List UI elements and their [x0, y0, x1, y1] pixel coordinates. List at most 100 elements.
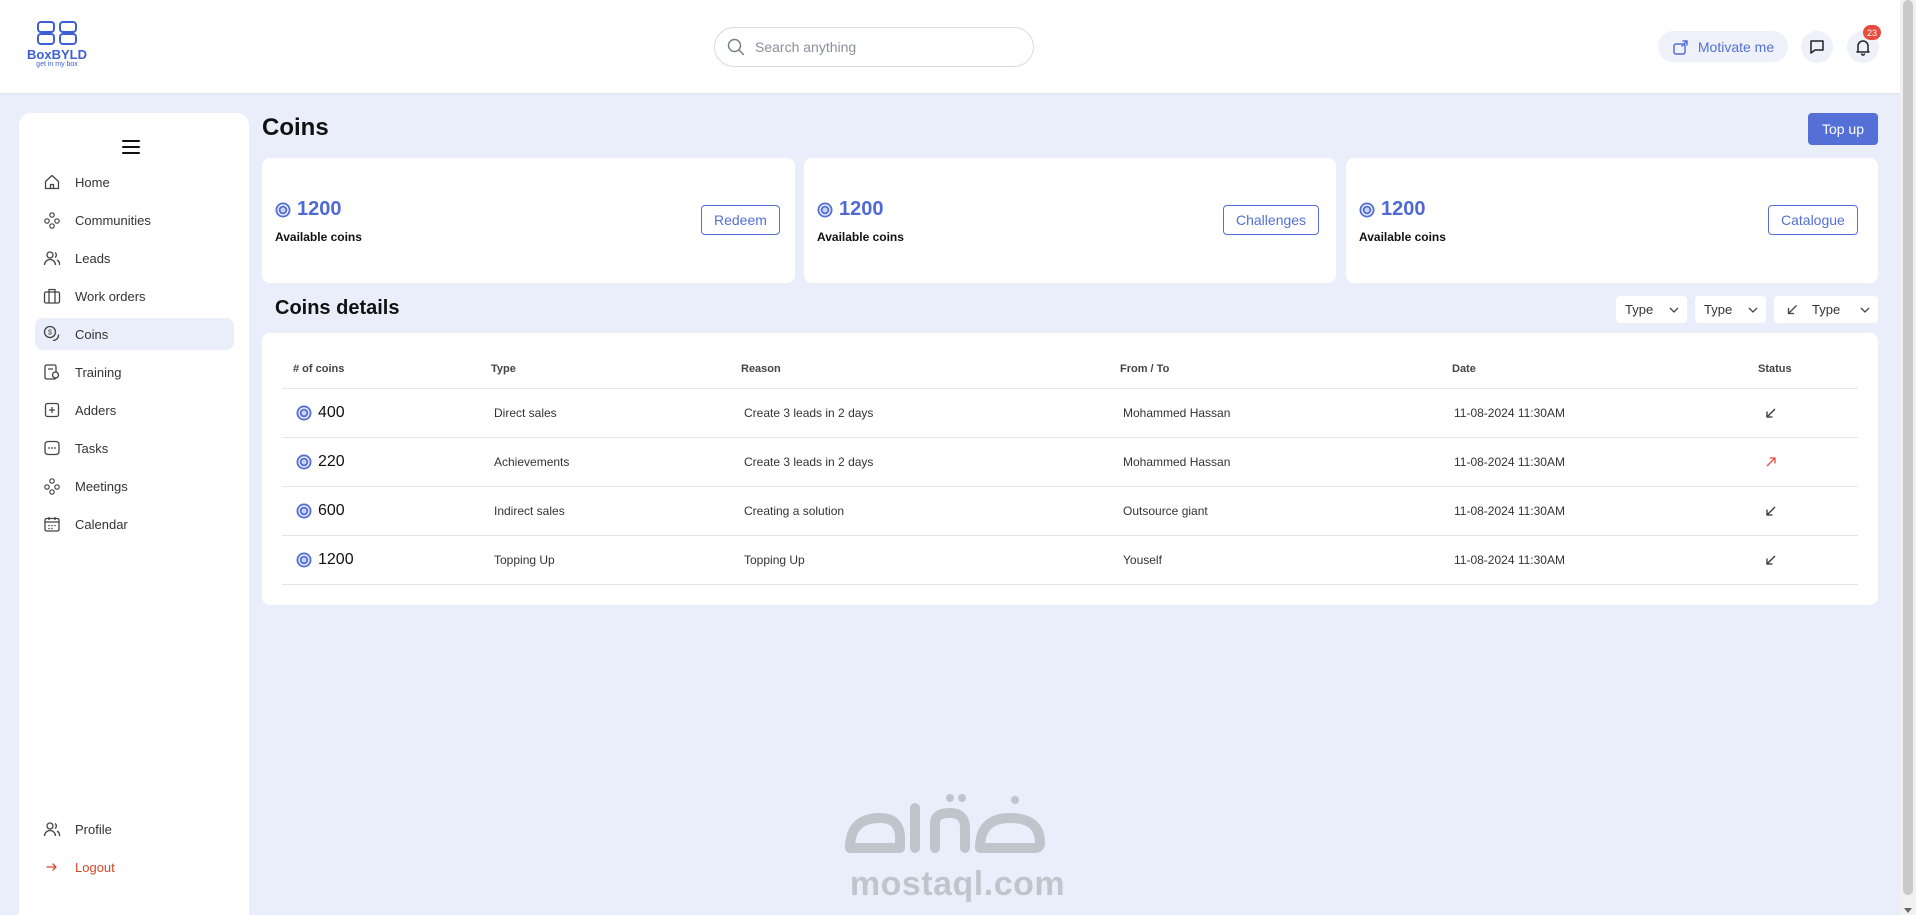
profile-icon — [43, 822, 61, 837]
home-icon — [44, 174, 60, 190]
svg-text:$: $ — [48, 330, 52, 337]
card-amount-value: 1200 — [1381, 198, 1426, 220]
sidebar-item-label: Tasks — [75, 440, 109, 456]
card-label: Available coins — [817, 230, 904, 244]
training-icon — [44, 364, 60, 380]
watermark-logo-icon — [845, 794, 1045, 853]
table-row[interactable]: 600 Indirect sales Creating a solution O… — [282, 487, 1858, 536]
logout-button[interactable]: Logout — [35, 851, 234, 883]
sidebar-item-leads[interactable]: Leads — [35, 242, 234, 274]
coins-card-catalogue: 1200 Available coins Catalogue — [1346, 158, 1878, 283]
watermark-text: mostaql.com — [849, 865, 1066, 903]
from-to-cell: Outsource giant — [1123, 504, 1208, 518]
redeem-button[interactable]: Redeem — [701, 205, 780, 235]
briefcase-icon — [43, 288, 61, 304]
page-title: Coins — [262, 114, 329, 141]
plus-square-icon — [44, 402, 60, 418]
coins-card-challenges: 1200 Available coins Challenges — [804, 158, 1336, 283]
table-row[interactable]: 400 Direct sales Create 3 leads in 2 day… — [282, 389, 1858, 438]
coins-details-title: Coins details — [275, 297, 400, 319]
search-input[interactable] — [755, 39, 1015, 55]
sidebar-item-label: Calendar — [75, 516, 128, 532]
card-amount: 1200 — [1359, 198, 1426, 221]
coins-cell: 600 — [296, 487, 345, 535]
column-header-from-to: From / To — [1120, 363, 1170, 375]
brand-logo[interactable]: BoxBYLD get in my box — [22, 20, 92, 68]
sidebar-item-work-orders[interactable]: Work orders — [35, 280, 234, 312]
motivate-me-label: Motivate me — [1697, 38, 1775, 55]
logo-name: BoxBYLD — [27, 47, 87, 62]
date-cell: 11-08-2024 11:30AM — [1454, 504, 1565, 518]
sidebar-item-adders[interactable]: Adders — [35, 394, 234, 426]
type-filter-2[interactable]: Type — [1695, 296, 1766, 323]
chevron-down-icon — [1860, 307, 1870, 313]
scrollbar-thumb[interactable] — [1903, 0, 1913, 895]
type-cell: Direct sales — [494, 406, 557, 420]
table-row[interactable]: 220 Achievements Create 3 leads in 2 day… — [282, 438, 1858, 487]
menu-toggle-icon[interactable] — [122, 140, 140, 154]
reason-cell: Create 3 leads in 2 days — [744, 406, 874, 420]
reason-cell: Topping Up — [744, 553, 805, 567]
type-filter-1[interactable]: Type — [1616, 296, 1687, 323]
status-cell[interactable] — [1765, 438, 1777, 486]
filter-label: Type — [1704, 302, 1733, 317]
sidebar-item-profile[interactable]: Profile — [35, 813, 234, 845]
card-amount: 1200 — [817, 198, 884, 221]
status-cell[interactable] — [1765, 389, 1777, 437]
column-header-type: Type — [491, 363, 516, 375]
catalogue-button[interactable]: Catalogue — [1768, 205, 1858, 235]
sidebar-item-coins[interactable]: $ Coins — [35, 318, 234, 350]
notifications-button[interactable]: 23 — [1847, 25, 1881, 63]
sidebar-item-meetings[interactable]: Meetings — [35, 470, 234, 502]
reason-cell: Creating a solution — [744, 504, 845, 518]
messages-button[interactable] — [1801, 31, 1833, 63]
arrow-down-left-icon — [1766, 555, 1776, 565]
date-cell: 11-08-2024 11:30AM — [1454, 553, 1565, 567]
share-up-icon — [1673, 39, 1688, 55]
notification-count-badge: 23 — [1863, 25, 1881, 40]
coin-icon — [275, 202, 291, 217]
top-header: BoxBYLD get in my box Motivate me 23 — [0, 0, 1900, 93]
watermark: mostaql.com — [840, 788, 1075, 904]
top-up-button[interactable]: Top up — [1808, 113, 1878, 145]
status-cell[interactable] — [1765, 487, 1777, 535]
sidebar-item-tasks[interactable]: Tasks — [35, 432, 234, 464]
card-label: Available coins — [1359, 230, 1446, 244]
sidebar-item-communities[interactable]: Communities — [35, 204, 234, 236]
scroll-down-arrow-icon[interactable] — [1904, 908, 1912, 913]
from-to-cell: Mohammed Hassan — [1123, 406, 1231, 420]
sidebar-item-label: Home — [75, 174, 110, 190]
date-cell: 11-08-2024 11:30AM — [1454, 455, 1565, 469]
chat-icon — [1810, 40, 1824, 54]
arrow-down-left-icon — [1766, 506, 1776, 516]
table-row[interactable]: 1200 Topping Up Topping Up Youself 11-08… — [282, 536, 1858, 585]
arrow-up-right-icon — [1766, 457, 1776, 467]
coins-icon: $ — [43, 325, 60, 342]
card-amount-value: 1200 — [839, 198, 884, 220]
sidebar-item-training[interactable]: Training — [35, 356, 234, 388]
search-box[interactable] — [714, 27, 1034, 67]
sidebar-item-home[interactable]: Home — [35, 166, 234, 198]
leads-icon — [43, 251, 61, 266]
vertical-scrollbar[interactable] — [1900, 0, 1916, 915]
coins-value: 600 — [318, 502, 345, 519]
sidebar-item-calendar[interactable]: Calendar — [35, 508, 234, 540]
card-amount: 1200 — [275, 198, 342, 221]
search-icon — [727, 38, 745, 56]
challenges-button[interactable]: Challenges — [1223, 205, 1320, 235]
communities-icon — [44, 212, 60, 229]
table-header: # of coins Type Reason From / To Date St… — [282, 363, 1858, 389]
coin-icon — [296, 503, 312, 519]
coins-value: 220 — [318, 453, 345, 470]
motivate-me-button[interactable]: Motivate me — [1658, 31, 1788, 62]
coins-value: 1200 — [318, 551, 354, 568]
sidebar-item-label: Adders — [75, 402, 117, 418]
sidebar-item-label: Meetings — [75, 478, 128, 494]
logo-tagline: get in my box — [36, 61, 78, 68]
column-header-reason: Reason — [741, 363, 781, 375]
status-cell[interactable] — [1765, 536, 1777, 584]
coins-cell: 400 — [296, 389, 345, 437]
coin-icon — [296, 454, 312, 470]
coin-icon — [296, 405, 312, 421]
type-filter-3[interactable]: Type — [1774, 296, 1878, 323]
